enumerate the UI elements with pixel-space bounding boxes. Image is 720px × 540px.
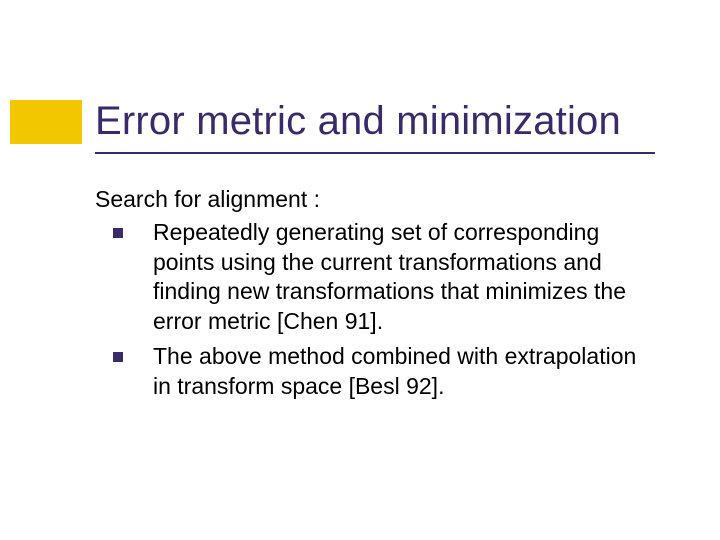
title-underline bbox=[95, 152, 655, 154]
list-item-text: The above method combined with extrapola… bbox=[153, 343, 636, 398]
bullet-list: Repeatedly generating set of correspondi… bbox=[95, 218, 655, 401]
square-bullet-icon bbox=[113, 352, 123, 362]
slide-body: Search for alignment : Repeatedly genera… bbox=[95, 185, 655, 407]
list-item: Repeatedly generating set of correspondi… bbox=[113, 218, 655, 336]
slide: Error metric and minimization Search for… bbox=[0, 0, 720, 540]
body-lead: Search for alignment : bbox=[95, 185, 655, 214]
accent-block bbox=[10, 100, 82, 144]
slide-title: Error metric and minimization bbox=[95, 98, 621, 144]
list-item: The above method combined with extrapola… bbox=[113, 342, 655, 401]
square-bullet-icon bbox=[113, 228, 123, 238]
list-item-text: Repeatedly generating set of correspondi… bbox=[153, 219, 626, 333]
